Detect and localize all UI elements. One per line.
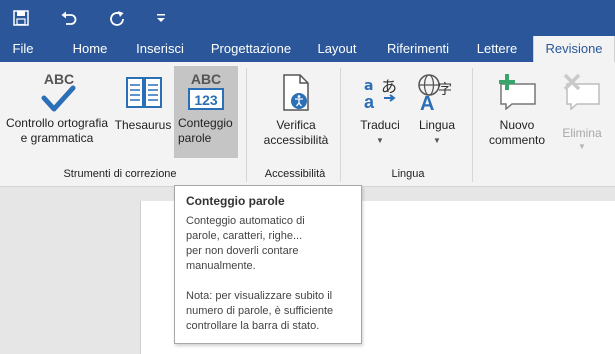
- tab-progettazione[interactable]: Progettazione: [206, 36, 296, 62]
- spelling-check-icon: ABC: [41, 71, 76, 112]
- svg-text:A: A: [420, 93, 434, 112]
- svg-text:字: 字: [438, 82, 452, 98]
- language-icon: 字 A: [418, 74, 452, 112]
- svg-text:ABC: ABC: [191, 71, 221, 87]
- chevron-down-icon: ▼: [578, 142, 586, 151]
- group-label-correction: Strumenti di correzione: [63, 168, 177, 180]
- spelling-grammar-label: Controllo ortografia e grammatica: [5, 116, 109, 145]
- tab-layout[interactable]: Layout: [310, 36, 364, 62]
- check-accessibility-label: Verifica accessibilità: [263, 118, 329, 147]
- check-accessibility-button[interactable]: Verifica accessibilità: [256, 66, 336, 158]
- word-count-icon: ABC 123: [188, 71, 224, 110]
- word-count-tooltip: Conteggio parole Conteggio automatico di…: [174, 185, 362, 344]
- group-label-accessibility: Accessibilità: [264, 168, 326, 180]
- group-separator: [246, 68, 247, 182]
- delete-comment-icon: [563, 74, 600, 110]
- tab-inserisci[interactable]: Inserisci: [130, 36, 190, 62]
- translate-label: Traduci: [360, 118, 400, 132]
- language-label: Lingua: [418, 118, 456, 132]
- word-count-label: Conteggio parole: [178, 116, 233, 145]
- tooltip-description: Conteggio automatico di parole, caratter…: [186, 215, 305, 272]
- title-bar: [0, 0, 615, 36]
- tab-revisione[interactable]: Revisione: [533, 36, 615, 62]
- redo-icon[interactable]: [104, 6, 130, 30]
- chevron-down-icon: ▼: [433, 136, 441, 145]
- spelling-grammar-button[interactable]: ABC Controllo ortografia e grammatica: [2, 66, 112, 158]
- customize-qat-icon[interactable]: [148, 6, 174, 30]
- svg-text:あ: あ: [381, 77, 397, 96]
- svg-text:ABC: ABC: [44, 71, 74, 87]
- group-label-language: Lingua: [391, 168, 425, 180]
- new-comment-button[interactable]: Nuovo commento: [484, 66, 550, 158]
- ribbon-tabs: File Home Inserisci Progettazione Layout…: [0, 36, 615, 62]
- tooltip-title: Conteggio parole: [186, 194, 285, 208]
- ribbon-panel: ABC Controllo ortografia e grammatica Th…: [0, 62, 615, 187]
- new-comment-icon: [499, 74, 536, 110]
- tab-lettere[interactable]: Lettere: [470, 36, 524, 62]
- language-button[interactable]: 字 A Lingua ▼: [410, 66, 464, 158]
- tooltip-note: Nota: per visualizzare subito il numero …: [186, 290, 334, 332]
- svg-text:a: a: [364, 92, 375, 110]
- chevron-down-icon: ▼: [376, 136, 384, 145]
- delete-comment-button[interactable]: Elimina ▼: [554, 66, 610, 158]
- group-separator: [472, 68, 473, 182]
- word-count-button[interactable]: ABC 123 Conteggio parole: [174, 66, 238, 158]
- tab-home[interactable]: Home: [66, 36, 114, 62]
- svg-text:123: 123: [194, 92, 218, 108]
- translate-icon: a あ a: [364, 77, 397, 110]
- thesaurus-button[interactable]: Thesaurus: [114, 66, 172, 158]
- group-separator: [340, 68, 341, 182]
- tab-riferimenti[interactable]: Riferimenti: [380, 36, 456, 62]
- save-icon[interactable]: [8, 6, 34, 30]
- thesaurus-book-icon: [126, 77, 162, 108]
- tab-file[interactable]: File: [4, 36, 42, 62]
- undo-icon[interactable]: [56, 6, 82, 30]
- thesaurus-label: Thesaurus: [114, 118, 172, 132]
- delete-comment-label: Elimina: [562, 126, 602, 140]
- new-comment-label: Nuovo commento: [488, 118, 546, 147]
- accessibility-check-icon: [283, 74, 309, 111]
- translate-button[interactable]: a あ a Traduci ▼: [352, 66, 408, 158]
